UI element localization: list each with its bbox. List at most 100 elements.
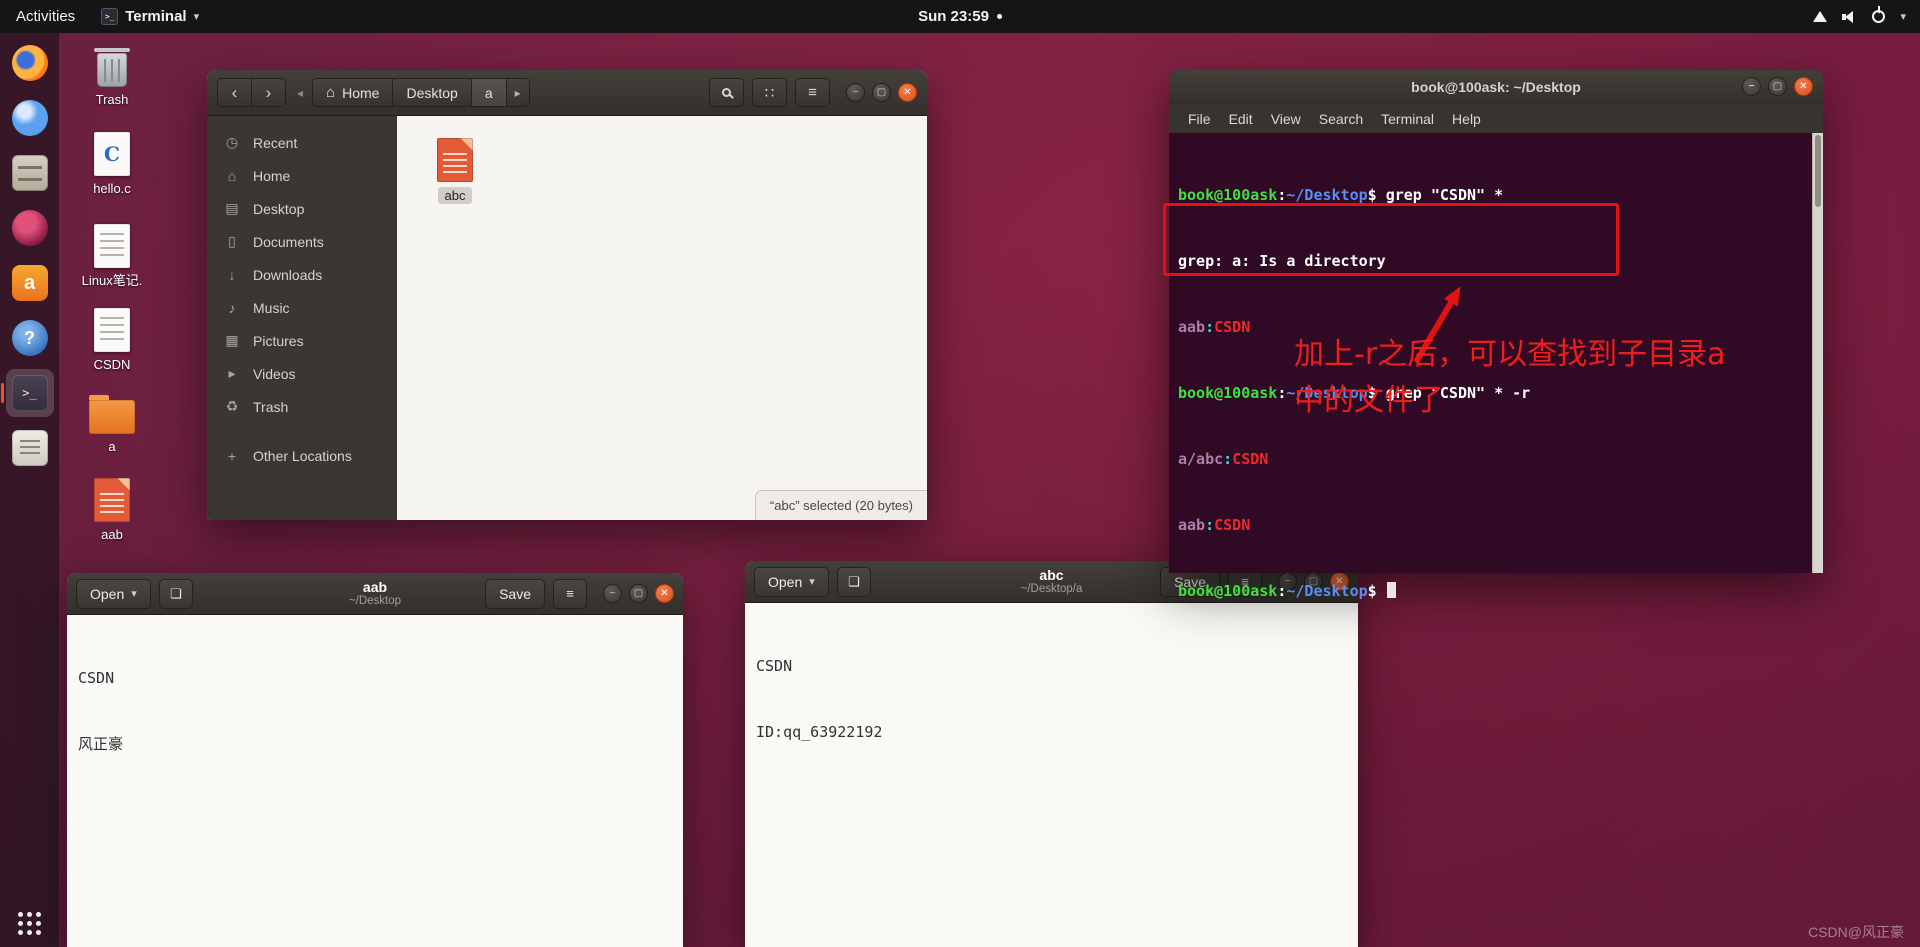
- close-button[interactable]: ✕: [898, 83, 917, 102]
- dock-item-text-editor[interactable]: [6, 424, 54, 472]
- file-item-abc[interactable]: abc: [423, 138, 487, 204]
- sidebar-item-other-locations[interactable]: + Other Locations: [207, 439, 397, 472]
- text-editor-content[interactable]: CSDN 风正豪: [67, 615, 683, 947]
- text-editor-content[interactable]: CSDN ID:qq_63922192: [745, 603, 1358, 947]
- menu-search[interactable]: Search: [1310, 111, 1372, 127]
- breadcrumb-desktop[interactable]: Desktop: [392, 78, 472, 107]
- dock-item-media-player[interactable]: [6, 204, 54, 252]
- maximize-button[interactable]: ▢: [629, 584, 648, 603]
- view-toggle-button[interactable]: ∷: [752, 78, 787, 107]
- scrollbar-thumb[interactable]: [1815, 135, 1821, 207]
- clock-label: Sun 23:59: [918, 8, 989, 25]
- dock-item-files[interactable]: [6, 149, 54, 197]
- gedit-headerbar[interactable]: Open ▾ ❏ aab ~/Desktop Save ≡ − ▢ ✕: [67, 573, 683, 615]
- sidebar-item-documents[interactable]: ▯ Documents: [207, 225, 397, 258]
- plus-icon: +: [227, 447, 237, 464]
- minimize-button[interactable]: −: [1742, 77, 1761, 96]
- new-document-button[interactable]: ❏: [836, 566, 871, 597]
- show-applications-button[interactable]: [16, 910, 43, 937]
- system-tray[interactable]: ▾: [1813, 0, 1920, 33]
- prompt-path: ~/Desktop: [1286, 186, 1368, 204]
- breadcrumb-home-label: Home: [342, 84, 380, 101]
- files-menu-button[interactable]: ≡: [795, 78, 830, 107]
- document-title: abc: [1039, 567, 1064, 583]
- dock-item-help[interactable]: ?: [6, 314, 54, 362]
- sidebar-item-videos[interactable]: ▸ Videos: [207, 357, 397, 390]
- files-content-area[interactable]: abc “abc” selected (20 bytes): [397, 116, 927, 520]
- minimize-button[interactable]: −: [603, 584, 622, 603]
- notification-dot: [996, 14, 1002, 19]
- sidebar-item-recent[interactable]: ◷ Recent: [207, 126, 397, 159]
- dock-item-terminal[interactable]: >_: [0, 369, 54, 417]
- save-button[interactable]: Save: [485, 578, 545, 609]
- chevron-down-icon: ▾: [1900, 11, 1906, 23]
- firefox-icon: [11, 45, 48, 81]
- menu-help[interactable]: Help: [1443, 111, 1490, 127]
- breadcrumb-home[interactable]: ⌂ Home: [312, 78, 394, 107]
- grep-separator: :: [1205, 516, 1215, 534]
- close-button[interactable]: ✕: [655, 584, 674, 603]
- sidebar-item-downloads[interactable]: ↓ Downloads: [207, 258, 397, 291]
- document-path: ~/Desktop/a: [1020, 583, 1083, 596]
- menu-file[interactable]: File: [1179, 111, 1220, 127]
- prompt-path: ~/Desktop: [1286, 582, 1368, 600]
- sidebar-item-trash[interactable]: ♻ Trash: [207, 390, 397, 423]
- desktop-icon-linux-notes[interactable]: Linux笔记.: [62, 224, 162, 288]
- sidebar-item-pictures[interactable]: ▦ Pictures: [207, 324, 397, 357]
- sidebar-item-music[interactable]: ♪ Music: [207, 291, 397, 324]
- back-button[interactable]: ‹: [217, 78, 252, 107]
- dock-item-amazon[interactable]: a: [6, 259, 54, 307]
- path-scroll-left-icon[interactable]: ◂: [297, 86, 303, 100]
- open-button[interactable]: Open ▾: [754, 566, 829, 597]
- dock-item-web-browser[interactable]: [6, 94, 54, 142]
- new-document-button[interactable]: ❏: [158, 578, 193, 609]
- desktop-icon-aab[interactable]: aab: [62, 478, 162, 542]
- home-icon: ⌂: [227, 167, 237, 184]
- file-label: abc: [437, 187, 473, 204]
- top-bar-left: Activities >_ Terminal ▾: [0, 0, 209, 33]
- dock: a ? >_: [0, 33, 59, 947]
- menu-terminal[interactable]: Terminal: [1372, 111, 1443, 127]
- maximize-button[interactable]: ▢: [1768, 77, 1787, 96]
- window-controls: − ▢ ✕: [603, 584, 674, 603]
- clock[interactable]: Sun 23:59: [918, 0, 1002, 33]
- grep-match: CSDN: [1214, 318, 1251, 336]
- desktop-icon-hello-c[interactable]: C hello.c: [62, 132, 162, 196]
- menu-edit[interactable]: Edit: [1220, 111, 1262, 127]
- focused-app-name: Terminal: [125, 8, 187, 25]
- scrollbar[interactable]: [1812, 133, 1823, 573]
- forward-button[interactable]: ›: [251, 78, 286, 107]
- breadcrumb-current[interactable]: a: [470, 78, 507, 107]
- gedit-menu-button[interactable]: ≡: [553, 578, 587, 609]
- dock-item-firefox[interactable]: [6, 39, 54, 87]
- activities-button[interactable]: Activities: [0, 0, 91, 33]
- desktop-icon-trash[interactable]: Trash: [62, 48, 162, 107]
- desktop-icon-label: hello.c: [93, 181, 131, 196]
- document-file-icon: [94, 308, 130, 352]
- focused-app-menu[interactable]: >_ Terminal ▾: [91, 0, 209, 33]
- grep-filename: aab: [1178, 516, 1206, 534]
- sidebar-item-label: Home: [253, 167, 291, 184]
- path-next-icon[interactable]: ▸: [505, 78, 530, 107]
- status-bar: “abc” selected (20 bytes): [754, 490, 927, 520]
- open-button[interactable]: Open ▾: [76, 578, 151, 609]
- chevron-down-icon: ▾: [193, 11, 200, 23]
- search-button[interactable]: [709, 78, 744, 107]
- maximize-button[interactable]: ▢: [872, 83, 891, 102]
- grep-separator: :: [1223, 450, 1233, 468]
- sidebar-item-desktop[interactable]: ▤ Desktop: [207, 192, 397, 225]
- menu-view[interactable]: View: [1262, 111, 1310, 127]
- grid-dot: [36, 921, 41, 926]
- files-headerbar[interactable]: ‹ › ◂ ⌂ Home Desktop a ▸ ∷ ≡ − ▢ ✕: [207, 70, 927, 116]
- desktop-icon-folder-a[interactable]: a: [62, 390, 162, 454]
- document-path: ~/Desktop: [348, 595, 402, 608]
- text-line: ID:qq_63922192: [756, 723, 883, 741]
- grep-match: CSDN: [1232, 450, 1269, 468]
- chevron-down-icon: ▾: [809, 576, 815, 588]
- terminal-titlebar[interactable]: book@100ask: ~/Desktop − ▢ ✕: [1169, 70, 1823, 104]
- sidebar-item-home[interactable]: ⌂ Home: [207, 159, 397, 192]
- minimize-button[interactable]: −: [846, 83, 865, 102]
- close-button[interactable]: ✕: [1794, 77, 1813, 96]
- pictures-icon: ▦: [225, 332, 239, 348]
- desktop-icon-csdn[interactable]: CSDN: [62, 308, 162, 372]
